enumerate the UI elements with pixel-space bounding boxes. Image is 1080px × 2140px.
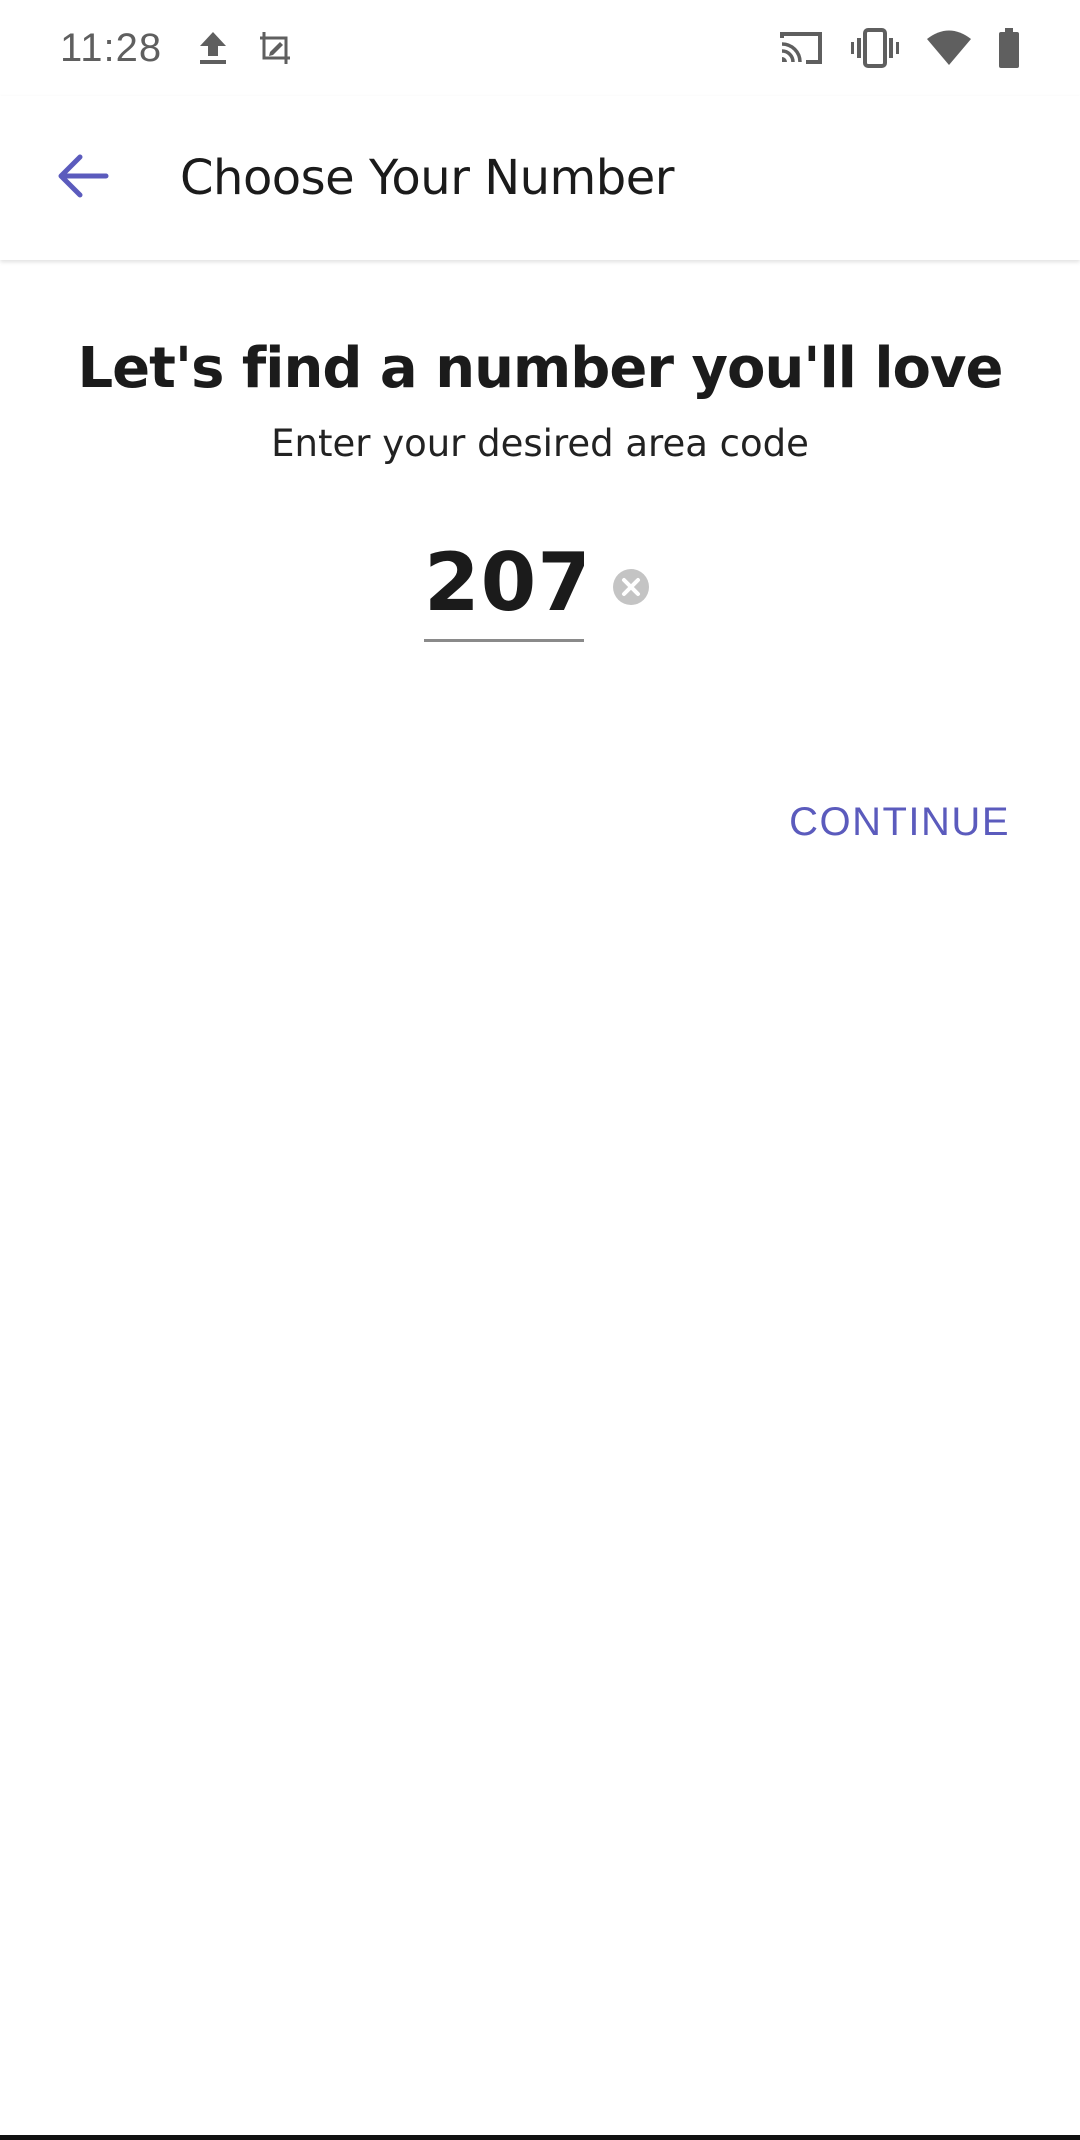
status-bar: 11:28 [0,0,1080,96]
status-time: 11:28 [60,25,163,70]
app-bar: Choose Your Number [0,96,1080,260]
subhead: Enter your desired area code [271,422,809,465]
cast-icon [778,30,824,66]
area-code-field [424,530,584,642]
bottom-edge [0,2135,1080,2140]
vibrate-icon [850,28,900,68]
battery-icon [998,28,1020,68]
headline: Let's find a number you'll love [77,336,1004,401]
upload-icon [198,30,228,66]
area-code-input[interactable] [424,530,584,635]
back-button[interactable] [28,123,138,233]
screen: 11:28 Choose Your Number Let's find a nu… [0,0,1080,2140]
page-title: Choose Your Number [180,150,675,206]
screenshot-edit-icon [258,30,292,66]
status-right-icons [778,28,1020,68]
continue-button[interactable]: CONTINUE [789,800,1010,845]
arrow-back-icon [56,152,110,205]
status-left-icons [198,30,292,66]
clear-button[interactable] [612,568,650,606]
clear-circle-icon [612,569,650,610]
wifi-icon [926,30,972,66]
